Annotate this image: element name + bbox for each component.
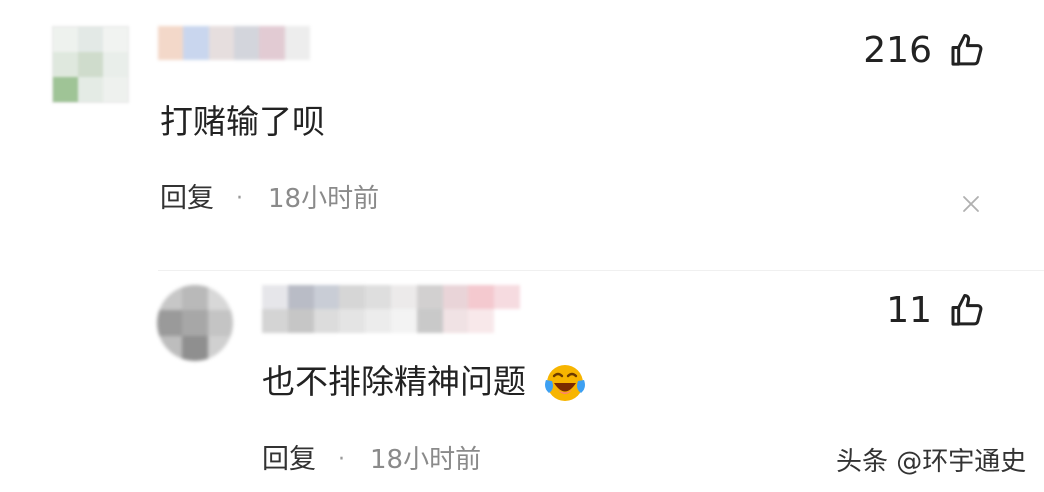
comment-divider xyxy=(158,270,1044,271)
thumbs-up-icon[interactable] xyxy=(948,30,988,70)
commenter-name-1[interactable] xyxy=(158,26,310,60)
separator-dot-1: · xyxy=(236,186,243,211)
commenter-avatar-1[interactable] xyxy=(52,26,129,103)
commenter-name-2[interactable] xyxy=(262,285,520,333)
watermark: 头条 @环宇通史 xyxy=(836,447,1027,477)
reply-button-1[interactable]: 回复 xyxy=(160,183,214,215)
comment-text-2: 也不排除精神问题 xyxy=(262,362,526,401)
commenter-avatar-2[interactable] xyxy=(157,285,233,361)
like-count-2: 11 xyxy=(886,290,932,331)
comment-time-1: 18小时前 xyxy=(268,184,380,214)
thumbs-up-icon[interactable] xyxy=(948,290,988,330)
laughing-crying-emoji-icon xyxy=(545,365,585,401)
reply-button-2[interactable]: 回复 xyxy=(262,444,316,476)
separator-dot-2: · xyxy=(338,447,345,472)
comment-text-1: 打赌输了呗 xyxy=(160,102,325,141)
like-count-1: 216 xyxy=(863,30,932,71)
comment-time-2: 18小时前 xyxy=(370,445,482,475)
close-icon[interactable] xyxy=(960,193,982,215)
